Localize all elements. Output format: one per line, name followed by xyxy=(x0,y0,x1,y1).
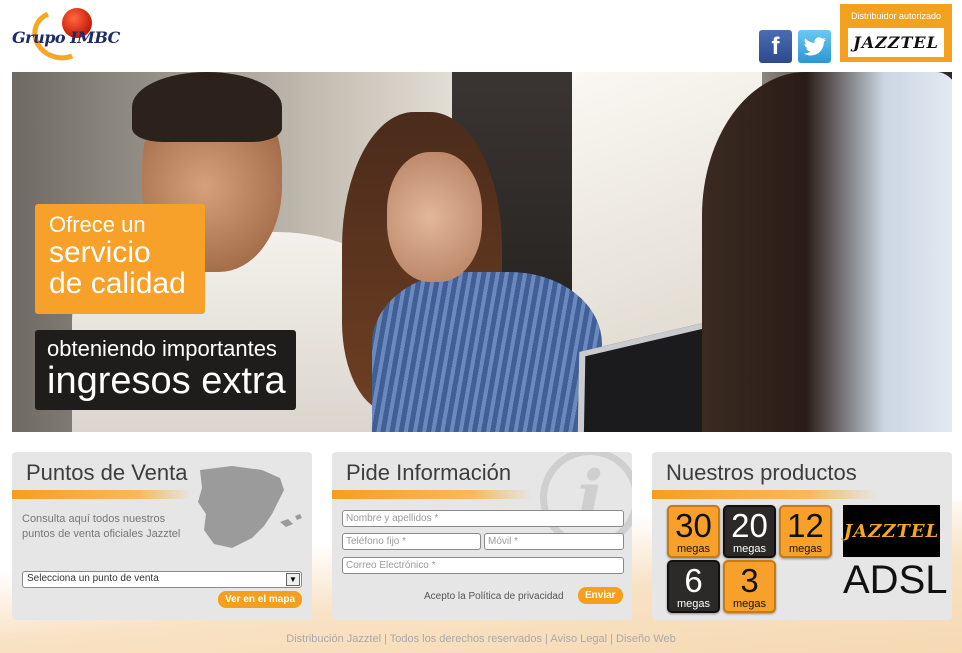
tile-unit: megas xyxy=(788,543,823,555)
tile-number: 3 xyxy=(740,562,759,599)
puntos-description: Consulta aquí todos nuestros puntos de v… xyxy=(22,513,181,540)
product-tile-20-megas[interactable]: 20 megas xyxy=(723,505,776,558)
hero-banner: Ofrece un servicio de calidad obteniendo… xyxy=(12,72,952,432)
tile-unit: megas xyxy=(676,543,711,555)
facebook-icon[interactable]: f xyxy=(759,30,792,63)
tile-unit: megas xyxy=(676,598,711,610)
footer-links[interactable]: Distribución Jazztel | Todos los derecho… xyxy=(0,633,962,645)
tile-number: 12 xyxy=(787,507,824,544)
jazztel-distributor-badge[interactable]: Distribuidor autorizado JAZZTEL xyxy=(840,4,952,62)
facebook-glyph: f xyxy=(771,32,780,60)
productos-title: Nuestros productos xyxy=(666,460,857,485)
distributor-label: Distribuidor autorizado xyxy=(850,11,942,21)
nuestros-productos-panel: Nuestros productos 30 megas 20 megas 12 … xyxy=(652,452,952,620)
send-button[interactable]: Enviar xyxy=(578,587,623,604)
product-tile-3-megas[interactable]: 3 megas xyxy=(723,560,776,613)
productos-title-underline xyxy=(652,490,877,499)
spain-map-icon xyxy=(198,466,302,548)
jazztel-product-logo[interactable]: JAZZTEL xyxy=(843,505,940,557)
puntos-title-underline xyxy=(12,490,192,499)
name-field[interactable]: Nombre y apellidos * xyxy=(342,510,624,527)
puntos-title: Puntos de Venta xyxy=(26,460,188,485)
info-title-underline xyxy=(332,490,532,499)
product-tile-12-megas[interactable]: 12 megas xyxy=(779,505,832,558)
tile-unit: megas xyxy=(732,543,767,555)
punto-venta-select[interactable]: Selecciona un punto de venta ▼ xyxy=(22,571,302,588)
twitter-bird-icon xyxy=(803,36,826,55)
hero-orange-line2: servicio xyxy=(49,236,151,269)
tile-number: 6 xyxy=(684,562,703,599)
jazztel-logo: JAZZTEL xyxy=(848,28,944,57)
grupo-imbc-logo[interactable]: Grupo IMBC xyxy=(10,1,120,69)
email-field[interactable]: Correo Electrónico * xyxy=(342,557,624,574)
logo-text: Grupo IMBC xyxy=(12,28,120,47)
info-title: Pide Información xyxy=(346,460,512,485)
phone-field[interactable]: Teléfono fijo * xyxy=(342,533,481,550)
hero-orange-callout: Ofrece un servicio de calidad xyxy=(35,204,205,314)
puntos-de-venta-panel: Puntos de Venta Consulta aquí todos nues… xyxy=(12,452,312,620)
hero-man-hair xyxy=(132,72,282,142)
chevron-down-icon[interactable]: ▼ xyxy=(286,573,300,586)
hero-woman-body xyxy=(372,272,602,432)
tile-number: 20 xyxy=(731,507,768,544)
hero-person-right xyxy=(702,72,952,432)
adsl-label: ADSL xyxy=(843,558,948,602)
pide-informacion-panel: i Pide Información Nombre y apellidos * … xyxy=(332,452,632,620)
product-tile-30-megas[interactable]: 30 megas xyxy=(667,505,720,558)
product-tile-6-megas[interactable]: 6 megas xyxy=(667,560,720,613)
hero-black-callout: obteniendo importantes ingresos extra xyxy=(35,330,296,410)
mobile-field[interactable]: Móvil * xyxy=(484,533,624,550)
hero-woman-face xyxy=(387,152,482,282)
twitter-icon[interactable] xyxy=(798,30,831,63)
hero-black-line1: obteniendo importantes xyxy=(47,336,277,361)
hero-black-line2: ingresos extra xyxy=(47,360,286,402)
ver-mapa-button[interactable]: Ver en el mapa xyxy=(218,591,303,608)
hero-orange-line1: Ofrece un xyxy=(49,212,146,237)
tile-number: 30 xyxy=(675,507,712,544)
tile-unit: megas xyxy=(732,598,767,610)
punto-venta-select-value: Selecciona un punto de venta xyxy=(27,573,159,584)
privacy-link[interactable]: Acepto la Política de privacidad xyxy=(424,591,564,602)
hero-orange-line3: de calidad xyxy=(49,267,186,300)
